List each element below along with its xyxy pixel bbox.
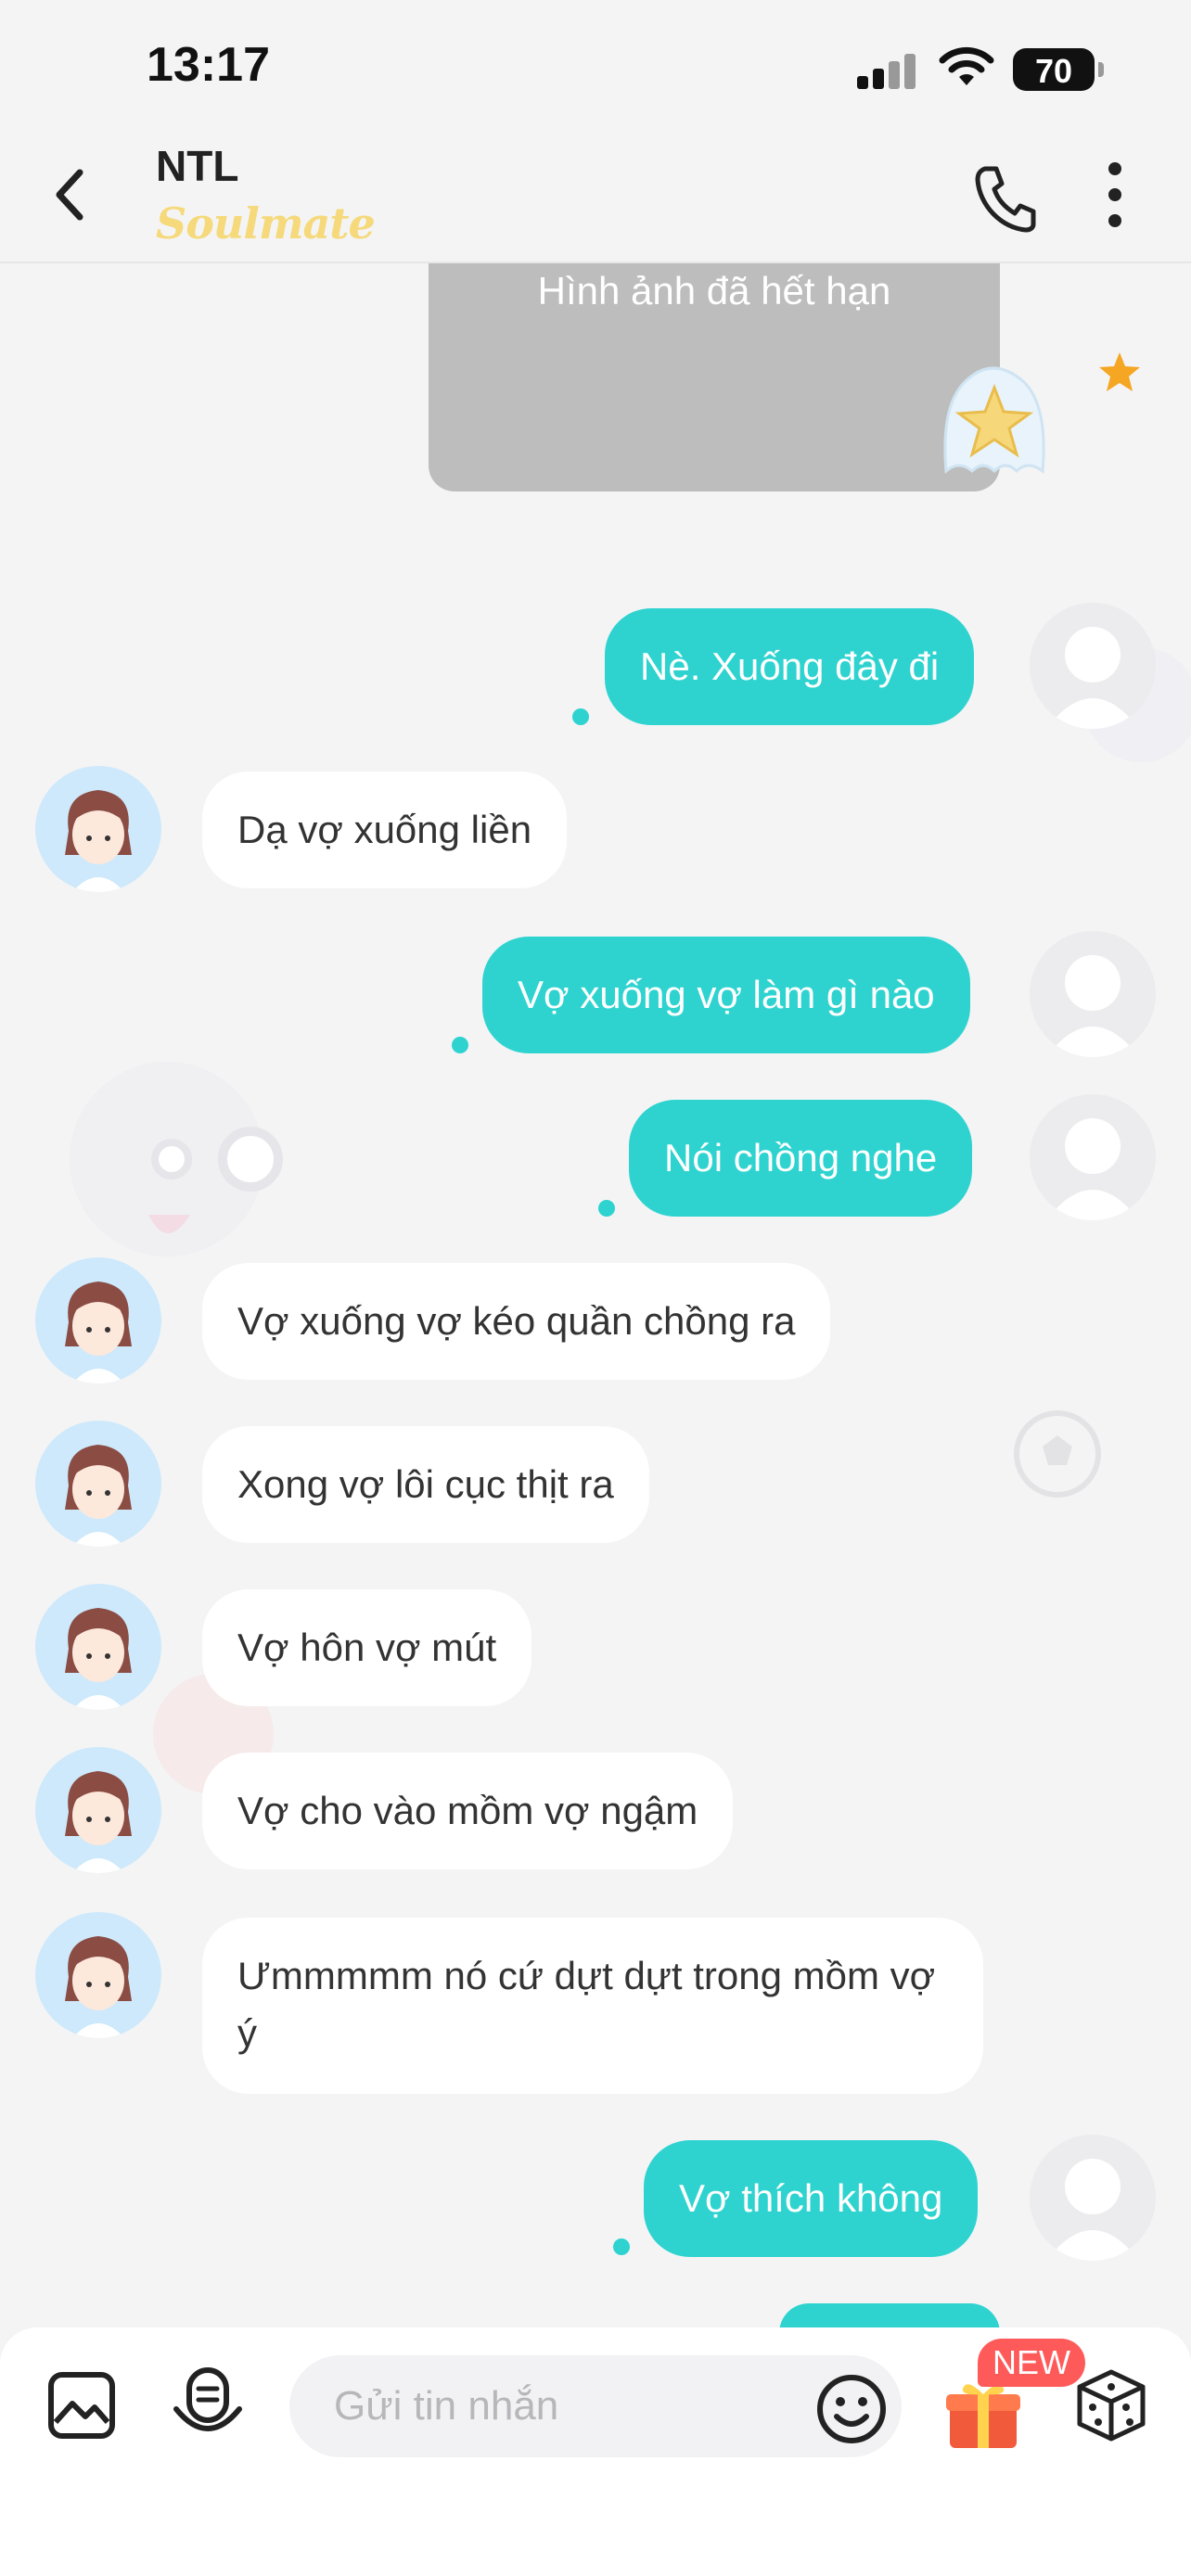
more-options-icon[interactable]	[1104, 159, 1126, 230]
default-avatar-icon	[1046, 627, 1139, 729]
message-incoming[interactable]: Ưmmmmm nó cứ dựt dựt trong mồm vợ ý	[202, 1918, 983, 2094]
message-input[interactable]: Gửi tin nhắn	[289, 2355, 902, 2457]
girl-avatar-icon	[65, 1445, 132, 1547]
girl-avatar-icon	[65, 790, 132, 892]
sent-status-dot	[598, 1200, 615, 1217]
voice-message-icon[interactable]	[171, 2365, 245, 2442]
girl-avatar-icon	[65, 1771, 132, 1873]
emoji-icon[interactable]	[814, 2372, 889, 2446]
image-picker-icon[interactable]	[46, 2370, 117, 2441]
message-incoming[interactable]: Vợ cho vào mồm vợ ngậm	[202, 1753, 734, 1869]
contact-name[interactable]: NTL	[156, 141, 238, 191]
ghost-star-sticker-icon	[943, 366, 1045, 475]
avatar[interactable]	[35, 766, 161, 892]
status-bar: 13:17 70	[0, 0, 1191, 139]
girl-avatar-icon	[65, 1936, 132, 2038]
avatar[interactable]	[1030, 931, 1156, 1057]
avatar[interactable]	[35, 1257, 161, 1384]
phone-call-icon[interactable]	[972, 163, 1037, 234]
message-incoming[interactable]: Vợ xuống vợ kéo quần chồng ra	[202, 1263, 831, 1380]
message-outgoing[interactable]: Nè. Xuống đây đi	[605, 608, 975, 725]
default-avatar-icon	[1046, 2159, 1139, 2261]
battery-icon: 70	[1013, 48, 1104, 91]
battery-level: 70	[1034, 52, 1073, 90]
expired-image-text: Hình ảnh đã hết hạn	[537, 269, 891, 312]
new-badge: NEW	[978, 2339, 1085, 2387]
background-sticker-face-icon	[70, 1062, 283, 1256]
avatar[interactable]	[1030, 2135, 1156, 2261]
avatar[interactable]	[35, 1421, 161, 1547]
avatar[interactable]	[1030, 1094, 1156, 1220]
favorite-star-icon[interactable]	[1098, 351, 1141, 393]
message-outgoing[interactable]: Vợ thích không	[644, 2140, 979, 2257]
sent-status-dot	[613, 2238, 630, 2255]
message-incoming[interactable]: Vợ hôn vợ mút	[202, 1589, 532, 1706]
default-avatar-icon	[1046, 955, 1139, 1057]
sent-status-dot	[452, 1037, 468, 1053]
dice-game-icon[interactable]	[1072, 2366, 1150, 2444]
avatar[interactable]	[35, 1747, 161, 1873]
message-incoming[interactable]: Dạ vợ xuống liền	[202, 772, 568, 888]
expired-image-message[interactable]: Hình ảnh đã hết hạn	[429, 263, 1000, 491]
girl-avatar-icon	[65, 1282, 132, 1384]
sent-status-dot	[572, 708, 589, 725]
wifi-icon	[939, 46, 994, 85]
avatar[interactable]	[35, 1584, 161, 1710]
back-icon[interactable]	[45, 158, 93, 232]
message-input-placeholder: Gửi tin nhắn	[334, 2383, 559, 2429]
soulmate-label: Soulmate	[156, 198, 376, 249]
avatar[interactable]	[1030, 603, 1156, 729]
background-ball-icon	[1014, 1410, 1101, 1498]
status-time: 13:17	[147, 38, 270, 92]
cellular-signal-icon	[857, 54, 916, 89]
avatar[interactable]	[35, 1912, 161, 2038]
message-outgoing[interactable]: Nói chồng nghe	[629, 1100, 973, 1217]
girl-avatar-icon	[65, 1608, 132, 1710]
message-outgoing[interactable]: Vợ xuống vợ làm gì nào	[482, 937, 970, 1053]
message-incoming[interactable]: Xong vợ lôi cục thịt ra	[202, 1426, 649, 1543]
default-avatar-icon	[1046, 1118, 1139, 1220]
